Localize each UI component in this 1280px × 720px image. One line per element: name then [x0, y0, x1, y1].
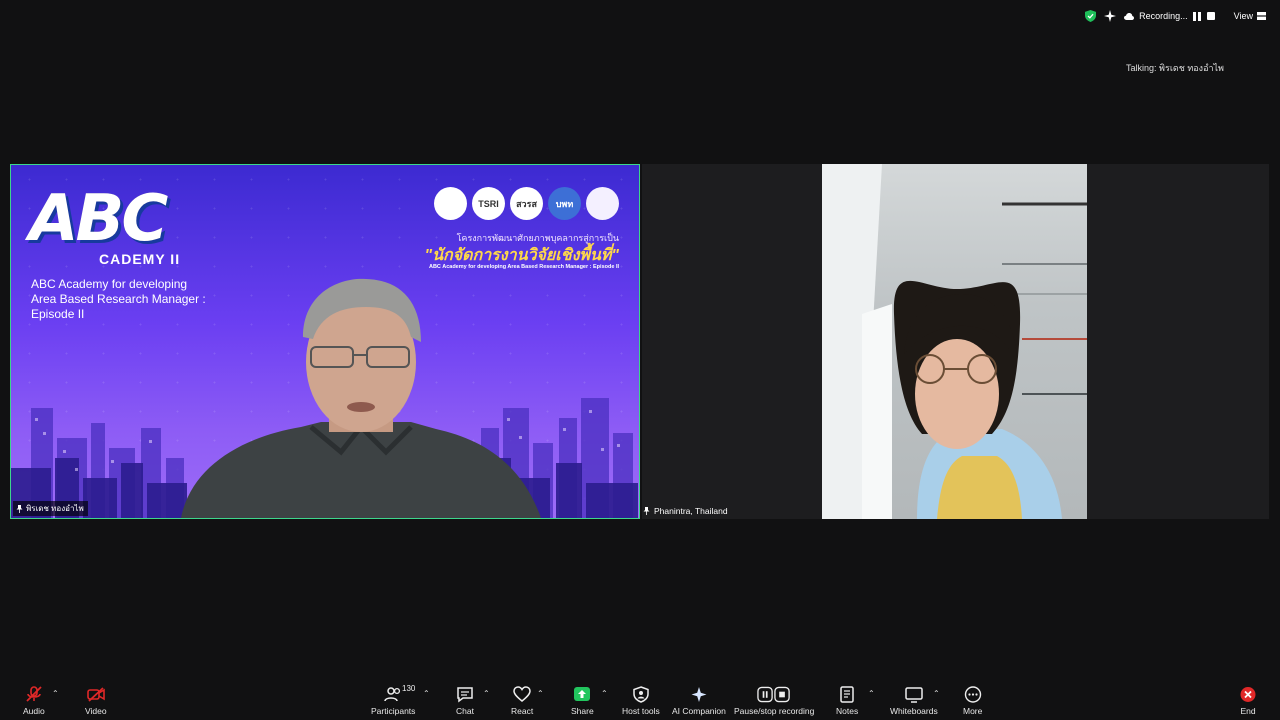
ai-companion-button[interactable]: AI Companion: [672, 686, 726, 716]
audio-options-chevron-icon[interactable]: ⌃: [52, 689, 59, 698]
participants-label: Participants: [371, 706, 416, 716]
share-chevron-icon[interactable]: ⌃: [601, 689, 608, 698]
chat-chevron-icon[interactable]: ⌃: [483, 689, 490, 698]
speaker-name-tag: พิรเดช ทองอำไพ: [13, 501, 88, 516]
academy-label: CADEMY II: [99, 251, 181, 267]
participant-count: 130: [402, 684, 416, 693]
audio-button[interactable]: Audio: [23, 686, 45, 716]
recording-indicator[interactable]: Recording...: [1124, 11, 1216, 21]
whiteboards-label: Whiteboards: [890, 706, 938, 716]
view-label: View: [1233, 11, 1253, 21]
video-camera-off-icon: [86, 687, 105, 702]
grid-view-icon: [1257, 12, 1266, 20]
notes-label: Notes: [836, 706, 859, 716]
participant-name-tag: Phanintra, Thailand: [643, 506, 728, 516]
audio-label: Audio: [23, 706, 45, 716]
encryption-shield-icon[interactable]: [1085, 10, 1097, 22]
participant-camera-feed: [822, 164, 1087, 519]
pause-stop-recording-button[interactable]: Pause/stop recording: [734, 686, 814, 716]
speaker-video: [181, 278, 541, 518]
react-button[interactable]: React: [511, 686, 533, 716]
share-button[interactable]: Share: [571, 686, 594, 716]
whiteboards-button[interactable]: Whiteboards: [890, 686, 938, 716]
heart-react-icon: [513, 686, 531, 702]
more-label: More: [963, 706, 983, 716]
more-ellipsis-icon: [964, 686, 981, 703]
partner-logos: TSRI สวรส บพท: [434, 187, 619, 220]
talking-label: Talking:: [1126, 63, 1157, 73]
university-logo: [586, 187, 619, 220]
ai-sparkle-icon[interactable]: [1104, 10, 1117, 22]
recording-label: Recording...: [1139, 11, 1188, 21]
ministry-seal-logo: [434, 187, 467, 220]
talking-indicator: Talking: พิรเดช ทองอำไพ: [1126, 61, 1224, 75]
react-label: React: [511, 706, 534, 716]
project-english-title: ABC Academy for developing Area Based Re…: [428, 264, 619, 270]
chat-label: Chat: [456, 706, 474, 716]
chat-button[interactable]: Chat: [456, 686, 474, 716]
participant-video: [822, 164, 1087, 519]
cloud-recording-icon: [1124, 12, 1135, 20]
video-tile-active-speaker[interactable]: ABC CADEMY II ABC Academy for developing…: [10, 164, 640, 519]
talking-name: พิรเดช ทองอำไพ: [1159, 63, 1224, 73]
pmu-a-logo: บพท: [548, 187, 581, 220]
host-tools-shield-icon: [633, 686, 649, 703]
notes-button[interactable]: Notes: [836, 686, 858, 716]
hsri-logo: สวรส: [510, 187, 543, 220]
end-meeting-button[interactable]: End: [1239, 686, 1257, 716]
chat-icon: [457, 687, 473, 703]
stop-recording-icon[interactable]: [1207, 12, 1216, 21]
end-meeting-icon: [1240, 687, 1256, 702]
meeting-toolbar: Audio ⌃ Video Participants 130 ⌃ Chat ⌃ …: [0, 678, 1280, 720]
ai-companion-label: AI Companion: [672, 706, 726, 716]
video-tile-participant[interactable]: Phanintra, Thailand: [642, 164, 1269, 519]
pause-recording-icon[interactable]: [1193, 11, 1202, 21]
speaker-name: พิรเดช ทองอำไพ: [26, 504, 84, 513]
view-button[interactable]: View: [1234, 11, 1266, 21]
notes-chevron-icon[interactable]: ⌃: [868, 689, 875, 698]
ai-companion-sparkle-icon: [691, 687, 707, 702]
whiteboard-icon: [905, 687, 923, 703]
share-label: Share: [571, 706, 594, 716]
more-button[interactable]: More: [963, 686, 982, 716]
participant-name: Phanintra, Thailand: [654, 506, 728, 516]
pin-icon[interactable]: [16, 504, 23, 513]
microphone-muted-icon: [26, 686, 42, 702]
video-label: Video: [85, 706, 107, 716]
participants-icon: [384, 687, 401, 702]
share-screen-icon: [574, 687, 591, 701]
video-button[interactable]: Video: [85, 686, 107, 716]
pause-stop-recording-icon: [757, 686, 790, 703]
abc-logo: ABC: [29, 182, 168, 256]
host-tools-button[interactable]: Host tools: [622, 686, 660, 716]
pin-icon[interactable]: [643, 507, 650, 515]
tsri-logo: TSRI: [472, 187, 505, 220]
participants-chevron-icon[interactable]: ⌃: [423, 689, 430, 698]
host-tools-label: Host tools: [622, 706, 660, 716]
notes-icon: [840, 686, 854, 703]
end-label: End: [1240, 706, 1256, 716]
whiteboards-chevron-icon[interactable]: ⌃: [933, 689, 940, 698]
pause-recording-label: Pause/stop recording: [734, 706, 815, 716]
react-chevron-icon[interactable]: ⌃: [537, 689, 544, 698]
meeting-status-bar: Recording... View: [1085, 10, 1266, 22]
